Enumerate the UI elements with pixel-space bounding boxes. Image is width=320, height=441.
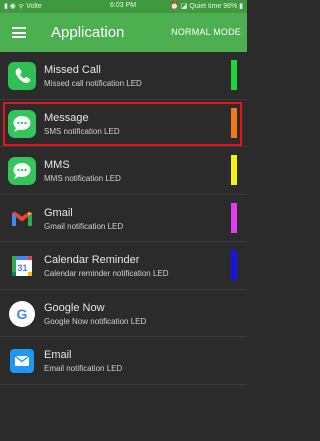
message-icon (8, 109, 36, 138)
item-title: Google Now (44, 301, 105, 314)
list-item-google-now[interactable]: G Google Now Google Now notification LED (0, 290, 247, 337)
list-item-mms[interactable]: MMS MMS notification LED (0, 147, 247, 195)
status-bar: ▮ ◉ ᯤ Volte 6:03 PM ⏰ ◪ Quiet time 96% ▮ (0, 0, 247, 13)
menu-icon[interactable] (12, 27, 26, 38)
status-right: ⏰ ◪ Quiet time 96% ▮ (170, 3, 243, 10)
list-item-missed-call[interactable]: Missed Call Missed call notification LED (0, 52, 247, 100)
notification-list: Missed Call Missed call notification LED… (0, 52, 247, 385)
email-icon (8, 347, 36, 375)
list-item-gmail[interactable]: Gmail Gmail notification LED (0, 195, 247, 242)
list-item-message[interactable]: Message SMS notification LED (0, 100, 247, 147)
item-title: Email (44, 349, 72, 361)
item-subtitle: Email notification LED (44, 364, 123, 373)
app-bar: Application NORMAL MODE (0, 13, 247, 52)
item-title: Missed Call (44, 64, 101, 76)
led-color-indicator[interactable] (231, 107, 237, 138)
calendar-icon: 31 (8, 252, 36, 280)
item-title: Calendar Reminder (44, 254, 140, 266)
item-title: Message (44, 111, 89, 124)
item-subtitle: Missed call notification LED (44, 79, 142, 88)
google-letter: G (17, 306, 28, 322)
list-item-calendar-reminder[interactable]: 31 Calendar Reminder Calendar reminder n… (0, 242, 247, 290)
item-subtitle: SMS notification LED (44, 126, 120, 136)
gmail-icon (8, 205, 36, 233)
calendar-day: 31 (17, 263, 27, 273)
item-subtitle: Calendar reminder notification LED (44, 269, 169, 278)
led-color-indicator[interactable] (231, 60, 237, 90)
led-color-indicator[interactable] (231, 250, 237, 280)
status-time: 6:03 PM (110, 2, 137, 9)
item-subtitle: MMS notification LED (44, 174, 121, 183)
item-title: Gmail (44, 206, 73, 219)
item-title: MMS (44, 159, 70, 171)
led-color-indicator[interactable] (231, 202, 237, 233)
google-icon: G (8, 300, 36, 328)
status-left: ▮ ◉ ᯤ Volte (4, 3, 42, 10)
app-title: Application (51, 24, 125, 41)
list-item-email[interactable]: Email Email notification LED (0, 337, 247, 385)
item-subtitle: Gmail notification LED (44, 221, 124, 231)
selection-highlight (3, 101, 242, 146)
led-color-indicator[interactable] (231, 155, 237, 185)
phone-icon (8, 62, 36, 90)
mode-button[interactable]: NORMAL MODE (171, 27, 241, 37)
item-subtitle: Google Now notification LED (44, 316, 147, 326)
mms-icon (8, 157, 36, 185)
